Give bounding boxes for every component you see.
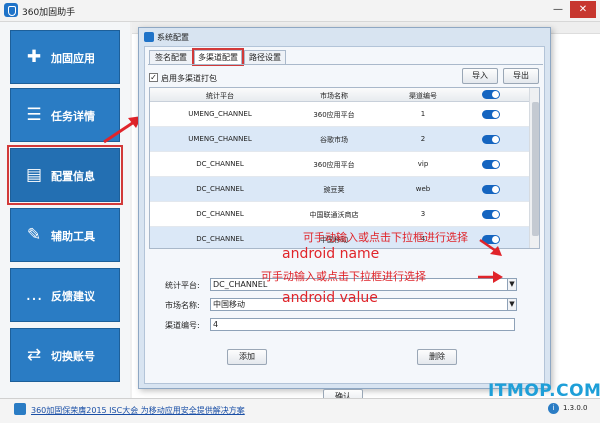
row-enable-toggle[interactable]	[482, 185, 500, 194]
delete-button[interactable]: 删除	[417, 349, 457, 365]
cell-channel: vip	[417, 160, 429, 168]
table-row[interactable]: UMENG_CHANNEL 谷歌市场 2	[150, 127, 529, 152]
swap-icon: ⇄	[26, 345, 42, 365]
version-label: 1.3.0.0	[563, 404, 588, 412]
import-button[interactable]: 导入	[462, 68, 498, 84]
row-enable-toggle[interactable]	[482, 110, 500, 119]
cell-platform: DC_CHANNEL	[196, 185, 244, 193]
sidebar-item-label: 配置信息	[51, 170, 95, 183]
cell-market: 360应用平台	[313, 161, 355, 169]
table-row[interactable]: DC_CHANNEL 中国联通沃商店 3	[150, 202, 529, 227]
window-titlebar: 360加固助手 — ✕	[0, 0, 600, 22]
row-enable-toggle[interactable]	[482, 210, 500, 219]
cell-channel: 1	[420, 110, 426, 118]
annotation-android-value: android value	[282, 290, 378, 306]
sidebar-item-config-info[interactable]: ▤ 配置信息	[7, 145, 123, 205]
table-row[interactable]: DC_CHANNEL 豌豆荚 web	[150, 177, 529, 202]
checkbox-label: 启用多渠道打包	[161, 74, 217, 83]
sidebar-item-label: 任务详情	[51, 110, 95, 123]
tab-signing-config[interactable]: 签名配置	[149, 50, 193, 64]
clipboard-icon: ▤	[25, 165, 43, 185]
cell-platform: DC_CHANNEL	[196, 235, 244, 243]
market-label: 市场名称:	[165, 301, 200, 310]
tab-path-settings[interactable]: 路径设置	[244, 50, 286, 64]
cell-market: 360应用平台	[313, 111, 355, 119]
annotation-android-name: android name	[282, 246, 380, 262]
tab-divider	[148, 64, 543, 65]
table-header: 统计平台 市场名称 渠道编号	[150, 88, 529, 102]
cell-channel: 2	[420, 135, 426, 143]
cell-market: 谷歌市场	[320, 136, 348, 144]
scrollbar-thumb[interactable]	[532, 102, 539, 236]
sidebar-item-tools[interactable]: ✎ 辅助工具	[10, 208, 120, 262]
dialog-titlebar: 系统配置	[139, 28, 550, 46]
app-logo-icon	[4, 3, 18, 17]
cell-platform: UMENG_CHANNEL	[188, 110, 252, 118]
add-button[interactable]: 添加	[227, 349, 267, 365]
cell-market: 中国联通沃商店	[309, 211, 359, 219]
cell-channel: web	[415, 185, 431, 193]
sidebar-item-feedback[interactable]: … 反馈建议	[10, 268, 120, 322]
close-icon[interactable]: ✕	[570, 1, 596, 18]
minimize-icon[interactable]: —	[548, 1, 568, 18]
cell-platform: DC_CHANNEL	[196, 160, 244, 168]
table-row[interactable]: UMENG_CHANNEL 360应用平台 1	[150, 102, 529, 127]
sidebar-item-label: 辅助工具	[51, 230, 95, 243]
sidebar-item-label: 加固应用	[51, 52, 95, 65]
chat-icon: …	[25, 285, 43, 305]
channel-label: 渠道编号:	[165, 321, 200, 330]
annotation-arrow-icon	[479, 238, 502, 256]
platform-label: 统计平台:	[165, 281, 200, 290]
annotation-arrow-icon	[478, 271, 503, 283]
news-link[interactable]: 360加固保荣膺2015 ISC大会 为移动应用安全提供解决方案	[31, 405, 245, 416]
annotation-hint-1: 可手动输入或点击下拉框进行选择	[303, 231, 468, 244]
channel-input[interactable]: 4	[210, 318, 515, 331]
column-header-channel[interactable]: 渠道编号	[378, 91, 468, 101]
info-icon: i	[548, 403, 559, 414]
sidebar-item-switch-account[interactable]: ⇄ 切换账号	[10, 328, 120, 382]
cell-platform: DC_CHANNEL	[196, 210, 244, 218]
shield-plus-icon: ✚	[26, 47, 42, 67]
row-enable-toggle[interactable]	[482, 135, 500, 144]
wrench-icon: ✎	[26, 225, 42, 245]
row-enable-toggle[interactable]	[482, 160, 500, 169]
checkbox-check-icon[interactable]: ✓	[149, 73, 158, 82]
tab-multichannel-config[interactable]: 多渠道配置	[192, 48, 244, 66]
chevron-down-icon[interactable]: ▼	[507, 298, 517, 311]
dialog-title: 系统配置	[157, 33, 189, 42]
annotation-hint-2: 可手动输入或点击下拉框进行选择	[261, 270, 426, 283]
window-title: 360加固助手	[22, 8, 76, 18]
chevron-down-icon[interactable]: ▼	[507, 278, 517, 291]
cell-channel: 3	[420, 210, 426, 218]
document-list-icon: ☰	[26, 105, 42, 125]
system-config-dialog: 系统配置 签名配置 多渠道配置 路径设置 ✓ 启用多渠道打包 导入 导出 统计平…	[138, 27, 551, 405]
cell-market: 豌豆荚	[323, 186, 345, 194]
table-row[interactable]: DC_CHANNEL 360应用平台 vip	[150, 152, 529, 177]
dialog-body: 签名配置 多渠道配置 路径设置 ✓ 启用多渠道打包 导入 导出 统计平台 市场名…	[144, 46, 545, 405]
sidebar-item-label: 反馈建议	[51, 290, 95, 303]
cell-platform: UMENG_CHANNEL	[188, 135, 252, 143]
column-header-platform[interactable]: 统计平台	[150, 91, 290, 101]
sidebar-item-label: 切换账号	[51, 350, 95, 363]
column-header-market[interactable]: 市场名称	[290, 91, 378, 101]
table-scrollbar[interactable]	[529, 88, 539, 248]
status-bar: 360加固保荣膺2015 ISC大会 为移动应用安全提供解决方案	[0, 398, 600, 423]
news-icon	[14, 403, 26, 415]
export-button[interactable]: 导出	[503, 68, 539, 84]
sidebar: ✚ 加固应用 ☰ 任务详情 ▤ 配置信息 ✎ 辅助工具 … 反馈建议 ⇄ 切换账…	[0, 22, 130, 398]
dialog-logo-icon	[144, 32, 154, 42]
watermark: ITMOP.COM	[488, 381, 600, 401]
channel-table: 统计平台 市场名称 渠道编号 UMENG_CHANNEL 360应用平台 1 U…	[149, 87, 540, 249]
sidebar-item-harden-app[interactable]: ✚ 加固应用	[10, 30, 120, 84]
toggle-all-switch[interactable]	[482, 90, 500, 99]
